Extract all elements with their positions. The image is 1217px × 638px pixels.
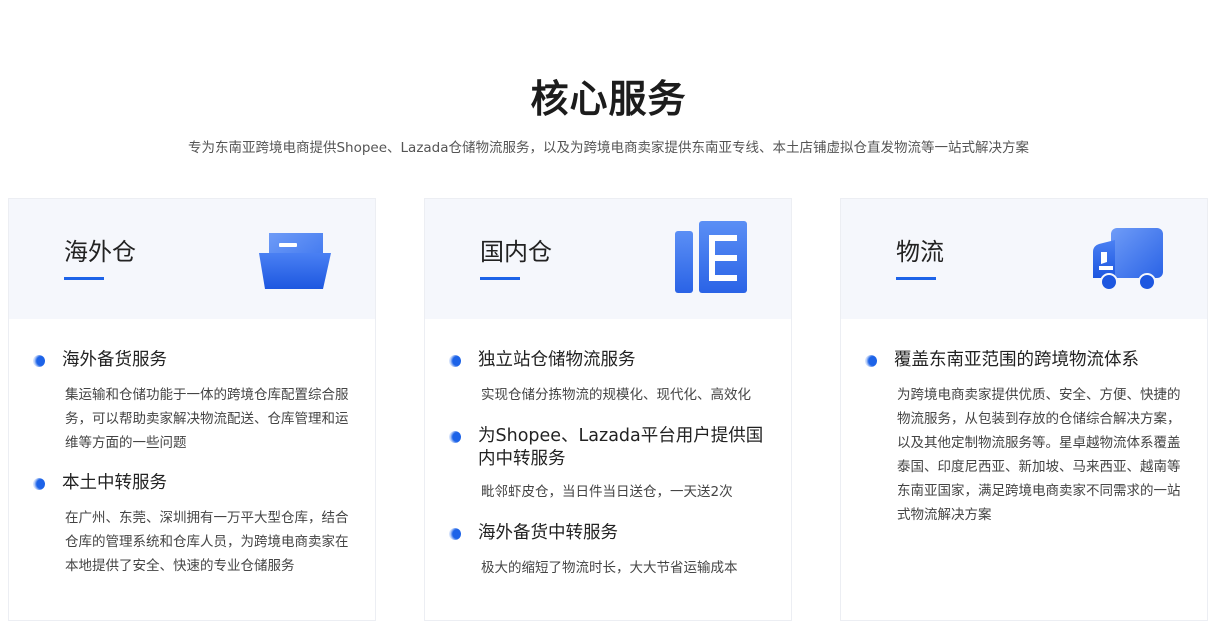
service-item-desc: 毗邻虾皮仓，当日件当日送仓，一天送2次 bbox=[481, 484, 733, 500]
bullet-dot-icon bbox=[449, 355, 461, 367]
card-header: 物流 bbox=[841, 199, 1207, 319]
card-header: 海外仓 bbox=[9, 199, 375, 319]
service-card-overseas-warehouse[interactable]: 海外仓 海外备货服务 集运输和仓储功能于一体的跨境仓库配置综合服务，可以帮助卖家… bbox=[8, 198, 376, 621]
section-subtitle: 专为东南亚跨境电商提供Shopee、Lazada仓储物流服务，以及为跨境电商卖家… bbox=[187, 140, 1030, 156]
service-item-title: 本土中转服务 bbox=[62, 473, 167, 493]
service-item-title: 为Shopee、Lazada平台用户提供国内中转服务 bbox=[478, 426, 764, 469]
service-card-logistics[interactable]: 物流 覆盖东南亚范围的跨境物流体系 为跨境电商卖家提供优质、安全、方便、快捷的物… bbox=[840, 198, 1208, 621]
title-underline bbox=[480, 277, 520, 280]
bullet-dot-icon bbox=[865, 355, 877, 367]
title-underline bbox=[896, 277, 936, 280]
service-card-domestic-warehouse[interactable]: 国内仓 独立站仓储物流服务 实现仓储分拣物流的规模化、现代化、高效化 为Shop… bbox=[424, 198, 792, 621]
folder-icon bbox=[257, 229, 333, 295]
card-header: 国内仓 bbox=[425, 199, 791, 319]
service-item-title: 独立站仓储物流服务 bbox=[478, 350, 636, 370]
section-title: 核心服务 bbox=[530, 77, 687, 121]
service-item-desc: 为跨境电商卖家提供优质、安全、方便、快捷的物流服务，从包装到存放的仓储综合解决方… bbox=[897, 387, 1181, 523]
title-underline bbox=[64, 277, 104, 280]
bullet-dot-icon bbox=[449, 528, 461, 540]
card-title: 物流 bbox=[896, 238, 944, 266]
card-title: 国内仓 bbox=[480, 238, 552, 266]
service-item-title: 覆盖东南亚范围的跨境物流体系 bbox=[894, 350, 1139, 370]
service-item-desc: 在广州、东莞、深圳拥有一万平大型仓库，结合仓库的管理系统和仓库人员，为跨境电商卖… bbox=[65, 510, 349, 574]
service-item-desc: 集运输和仓储功能于一体的跨境仓库配置综合服务，可以帮助卖家解决物流配送、仓库管理… bbox=[65, 387, 349, 451]
warehouse-shelf-icon bbox=[673, 221, 749, 299]
service-item-desc: 极大的缩短了物流时长，大大节省运输成本 bbox=[481, 560, 738, 576]
bullet-dot-icon bbox=[33, 355, 45, 367]
delivery-truck-icon bbox=[1089, 226, 1165, 296]
card-title: 海外仓 bbox=[64, 238, 136, 266]
service-item-title: 海外备货中转服务 bbox=[478, 523, 618, 543]
bullet-dot-icon bbox=[449, 431, 461, 443]
service-item-desc: 实现仓储分拣物流的规模化、现代化、高效化 bbox=[481, 387, 751, 403]
bullet-dot-icon bbox=[33, 478, 45, 490]
service-item-title: 海外备货服务 bbox=[62, 350, 167, 370]
